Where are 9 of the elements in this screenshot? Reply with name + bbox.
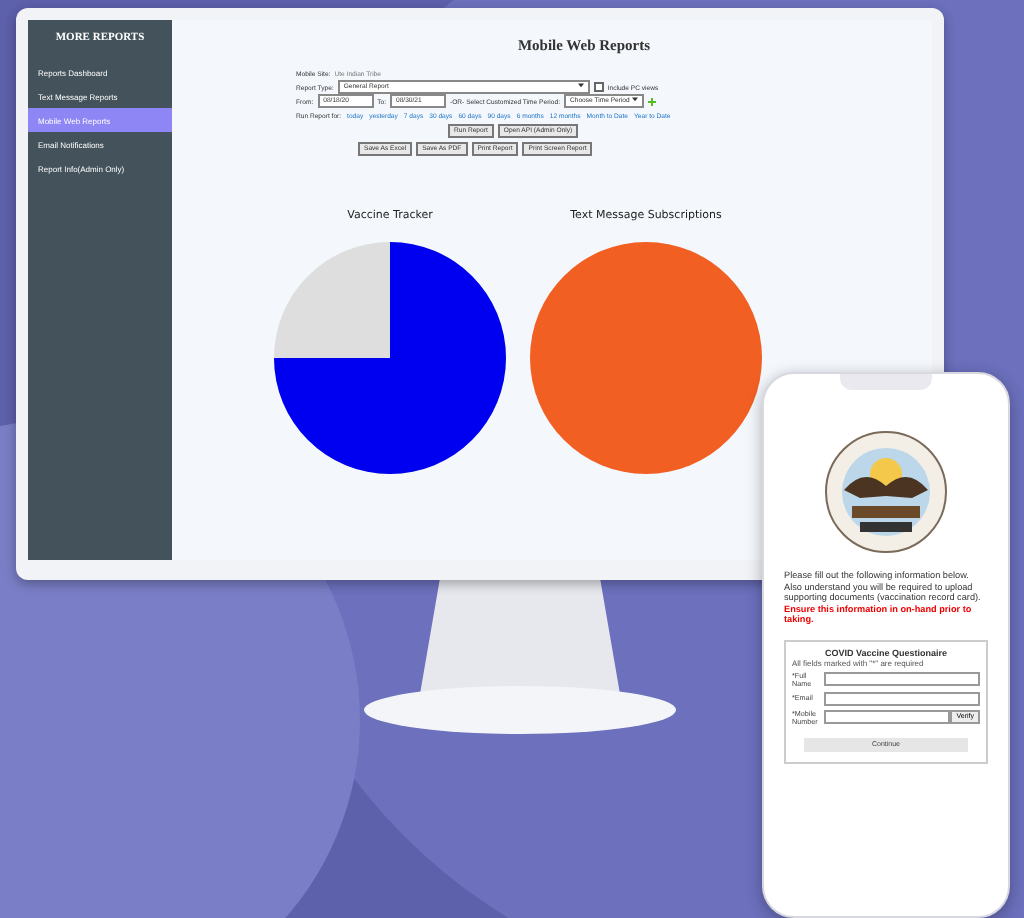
checkbox[interactable] (593, 82, 604, 92)
input-field[interactable] (824, 691, 980, 706)
input-field[interactable] (824, 710, 951, 725)
phone-notch (840, 374, 932, 390)
plus-icon[interactable] (647, 97, 656, 105)
tribal-seal-drawing (824, 430, 948, 554)
input-field[interactable] (824, 672, 980, 687)
caret-icon (577, 82, 584, 89)
caret-icon (631, 96, 638, 103)
